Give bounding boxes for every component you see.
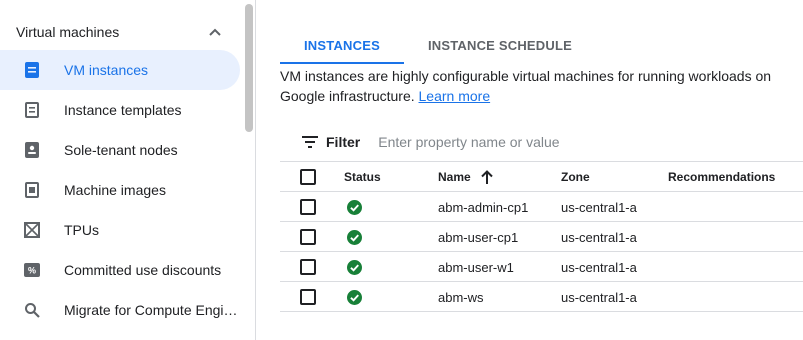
status-cell xyxy=(344,192,362,222)
sidebar-item-label: Committed use discounts xyxy=(64,262,222,278)
column-header-name[interactable]: Name xyxy=(438,162,493,192)
check-circle-icon xyxy=(346,259,362,275)
table-header-row: Status Name Zone Recommendations xyxy=(280,162,803,192)
table-row: abm-admin-cp1 us-central1-a xyxy=(280,192,803,222)
table-row: abm-ws us-central1-a xyxy=(280,282,803,312)
instance-zone: us-central1-a xyxy=(561,229,637,245)
sidebar-item-label: Instance templates xyxy=(64,102,182,118)
template-icon xyxy=(22,100,42,120)
sidebar-item-label: TPUs xyxy=(64,222,99,238)
instances-table: Status Name Zone Recommendations abm-adm… xyxy=(280,161,803,312)
row-checkbox-cell xyxy=(300,222,316,252)
filter-icon[interactable] xyxy=(300,132,320,152)
status-cell xyxy=(344,252,362,282)
sidebar-item-label: Migrate for Compute Engi… xyxy=(64,302,238,318)
column-header-recommendations[interactable]: Recommendations xyxy=(668,162,775,192)
sidebar-item-label: VM instances xyxy=(64,62,149,78)
sidebar-item-vm-instances[interactable]: VM instances xyxy=(0,50,240,90)
sidebar-item-committed-use-discounts[interactable]: % Committed use discounts xyxy=(0,250,240,290)
chevron-up-icon xyxy=(208,25,222,39)
column-header-status[interactable]: Status xyxy=(344,162,381,192)
status-cell xyxy=(344,282,362,312)
page-description: VM instances are highly configurable vir… xyxy=(280,66,800,106)
instance-name[interactable]: abm-ws xyxy=(438,282,484,312)
main-content: INSTANCES INSTANCE SCHEDULE VM instances… xyxy=(256,0,803,340)
filter-bar: Filter xyxy=(280,124,803,160)
row-checkbox[interactable] xyxy=(300,229,316,245)
sidebar-section-title: Virtual machines xyxy=(16,24,120,40)
instance-name[interactable]: abm-user-w1 xyxy=(438,252,514,282)
check-circle-icon xyxy=(346,229,362,245)
sidebar-item-label: Sole-tenant nodes xyxy=(64,142,178,158)
sidebar-item-label: Machine images xyxy=(64,182,166,198)
instance-zone: us-central1-a xyxy=(561,259,637,275)
filter-input[interactable] xyxy=(378,134,679,150)
tab-instances[interactable]: INSTANCES xyxy=(280,26,404,64)
discount-icon: % xyxy=(22,260,42,280)
instance-zone: us-central1-a xyxy=(561,199,637,215)
description-text: VM instances are highly configurable vir… xyxy=(280,68,772,104)
check-circle-icon xyxy=(346,199,362,215)
sidebar-item-instance-templates[interactable]: Instance templates xyxy=(0,90,240,130)
sidebar-item-machine-images[interactable]: Machine images xyxy=(0,170,240,210)
select-all-checkbox[interactable] xyxy=(300,169,316,185)
sidebar-item-tpus[interactable]: TPUs xyxy=(0,210,240,250)
sole-tenant-icon xyxy=(22,140,42,160)
row-checkbox-cell xyxy=(300,282,316,312)
status-cell xyxy=(344,222,362,252)
row-checkbox-cell xyxy=(300,252,316,282)
instance-name[interactable]: abm-admin-cp1 xyxy=(438,192,528,222)
svg-text:%: % xyxy=(28,266,36,276)
tab-instance-schedule[interactable]: INSTANCE SCHEDULE xyxy=(404,26,596,64)
vm-instance-icon xyxy=(22,60,42,80)
sidebar-scrollbar[interactable] xyxy=(245,4,253,132)
column-header-name-label: Name xyxy=(438,170,471,184)
sidebar: Virtual machines VM instances Instance t… xyxy=(0,0,256,340)
sidebar-section-header[interactable]: Virtual machines xyxy=(0,12,240,52)
tpu-icon xyxy=(22,220,42,240)
machine-image-icon xyxy=(22,180,42,200)
column-header-zone[interactable]: Zone xyxy=(561,162,590,192)
search-icon xyxy=(22,300,42,320)
sidebar-item-migrate-for-compute-engine[interactable]: Migrate for Compute Engi… xyxy=(0,290,240,330)
row-checkbox[interactable] xyxy=(300,259,316,275)
filter-label: Filter xyxy=(326,134,361,150)
instance-zone: us-central1-a xyxy=(561,289,637,305)
sort-ascending-icon[interactable] xyxy=(480,170,493,184)
sidebar-item-sole-tenant-nodes[interactable]: Sole-tenant nodes xyxy=(0,130,240,170)
select-all-cell xyxy=(300,162,316,192)
tab-bar: INSTANCES INSTANCE SCHEDULE xyxy=(280,26,596,64)
table-row: abm-user-cp1 us-central1-a xyxy=(280,222,803,252)
check-circle-icon xyxy=(346,289,362,305)
instance-name[interactable]: abm-user-cp1 xyxy=(438,222,518,252)
learn-more-link[interactable]: Learn more xyxy=(419,88,491,104)
row-checkbox[interactable] xyxy=(300,199,316,215)
table-row: abm-user-w1 us-central1-a xyxy=(280,252,803,282)
row-checkbox[interactable] xyxy=(300,289,316,305)
row-checkbox-cell xyxy=(300,192,316,222)
